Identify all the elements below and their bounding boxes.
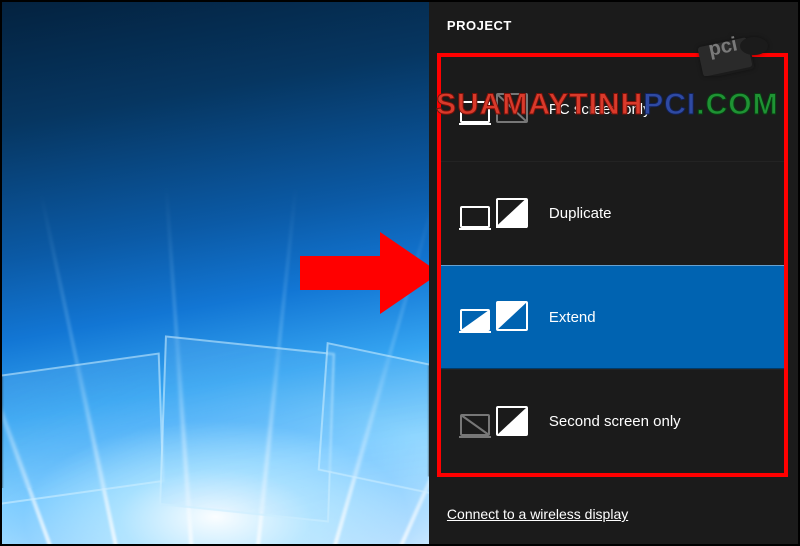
project-panel: PROJECT PC screen only	[429, 2, 798, 544]
option-label: Extend	[549, 309, 596, 326]
screenshot-frame: PROJECT PC screen only	[0, 0, 800, 546]
option-second-screen-only[interactable]: Second screen only	[441, 369, 784, 473]
pc-screen-only-icon	[459, 88, 531, 130]
option-label: Duplicate	[549, 205, 612, 222]
option-extend[interactable]: Extend	[441, 265, 784, 369]
connect-wireless-display-link[interactable]: Connect to a wireless display	[447, 506, 628, 522]
option-label: PC screen only	[549, 101, 651, 118]
option-duplicate[interactable]: Duplicate	[441, 161, 784, 265]
extend-icon	[459, 296, 531, 338]
panel-title: PROJECT	[429, 2, 798, 45]
second-screen-only-icon	[459, 401, 531, 443]
option-pc-screen-only[interactable]: PC screen only	[441, 57, 784, 161]
duplicate-icon	[459, 193, 531, 235]
option-label: Second screen only	[549, 413, 681, 430]
project-options-highlight: PC screen only Duplicate	[437, 53, 788, 477]
desktop-wallpaper	[2, 2, 429, 544]
